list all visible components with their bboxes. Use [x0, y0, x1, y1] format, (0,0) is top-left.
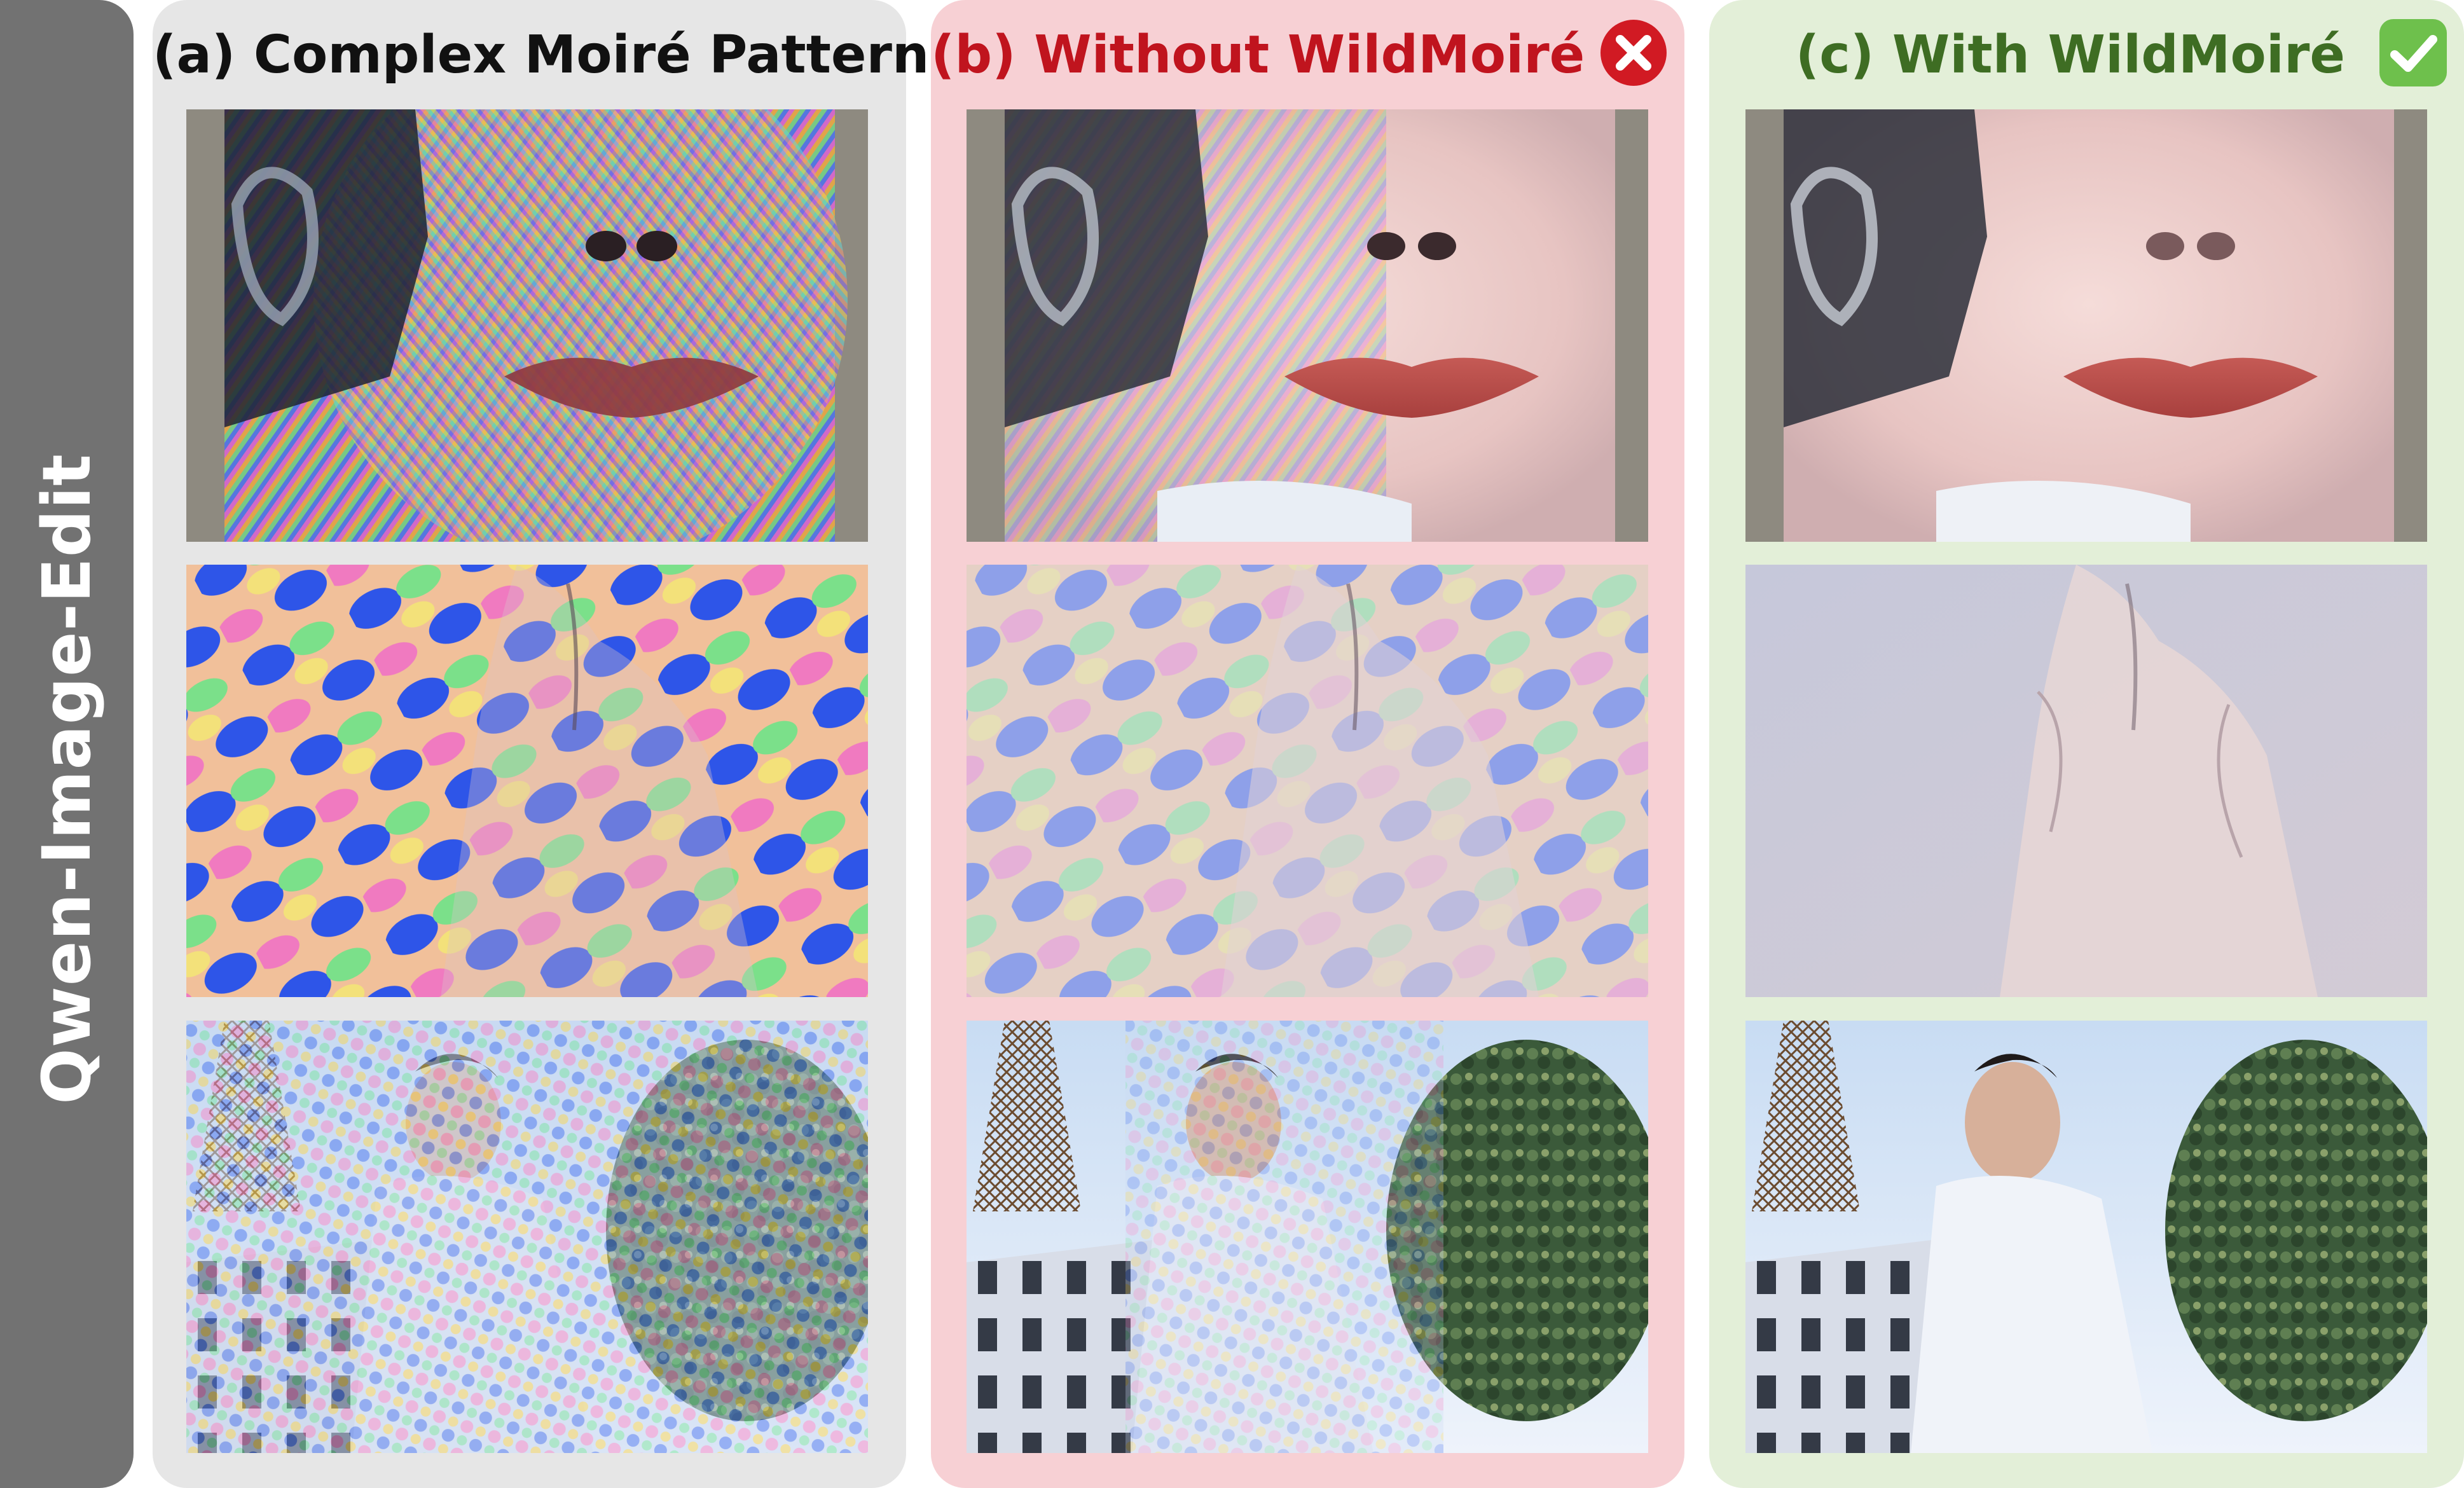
model-name-label: Qwen-Image-Edit — [28, 453, 106, 1105]
image-jacket-with — [1745, 565, 2427, 997]
image-street-moire — [186, 1021, 868, 1453]
image-street-without — [967, 1021, 1648, 1453]
panel-without-wildmoire: (b) Without WildMoiré — [931, 0, 1684, 1488]
panel-b-title: (b) Without WildMoiré — [931, 25, 1585, 85]
image-face-with — [1745, 109, 2427, 542]
image-street-with — [1745, 1021, 2427, 1453]
image-jacket-moire — [186, 565, 868, 997]
checkmark-icon — [2379, 19, 2447, 86]
model-banner: Qwen-Image-Edit — [0, 0, 134, 1488]
image-face-without — [967, 109, 1648, 542]
image-jacket-without — [967, 565, 1648, 997]
panel-complex-moire: (a) Complex Moiré Patterns — [153, 0, 961, 1488]
image-face-moire — [186, 109, 868, 542]
panel-with-wildmoire: (c) With WildMoiré — [1709, 0, 2464, 1488]
cross-circle-icon — [1600, 20, 1667, 86]
panel-a-title: (a) Complex Moiré Patterns — [153, 25, 961, 85]
panel-c-title: (c) With WildMoiré — [1795, 25, 2345, 85]
